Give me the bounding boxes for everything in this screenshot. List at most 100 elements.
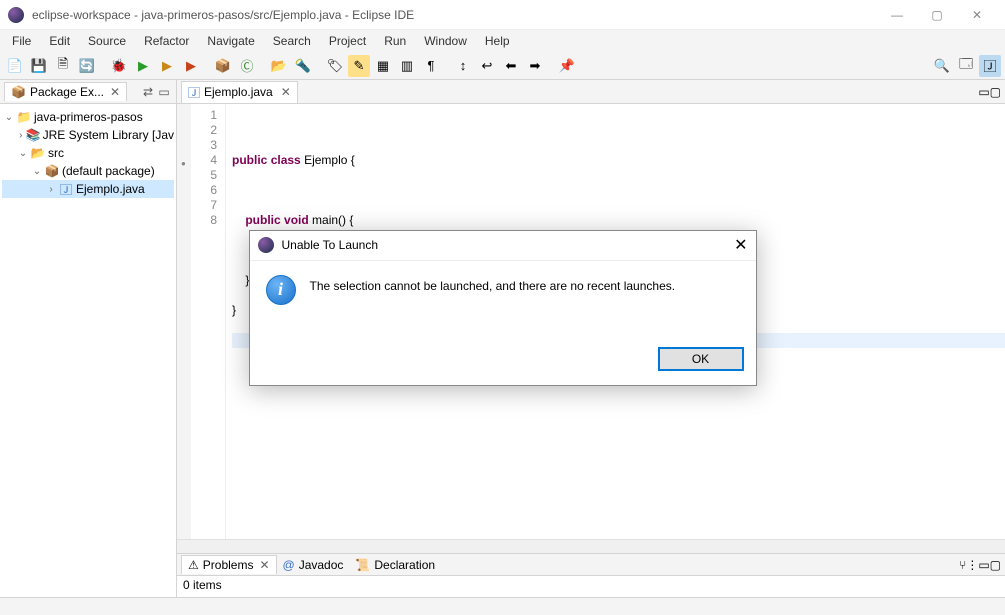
menu-help[interactable]: Help xyxy=(477,32,518,50)
minimize-view-icon[interactable]: ▭ xyxy=(156,84,172,100)
tree-default-package[interactable]: ⌄ 📦 (default package) xyxy=(2,162,174,180)
eclipse-logo-icon xyxy=(258,237,274,253)
horizontal-scrollbar[interactable] xyxy=(177,539,1005,553)
status-bar xyxy=(0,597,1005,615)
tree-file-ejemplo[interactable]: › 🄹 Ejemplo.java xyxy=(2,180,174,198)
chevron-right-icon[interactable]: › xyxy=(16,130,26,141)
editor-tabs: 🄹 Ejemplo.java ✕ ▭ ▢ xyxy=(177,80,1005,104)
menu-run[interactable]: Run xyxy=(376,32,414,50)
maximize-editor-icon[interactable]: ▢ xyxy=(990,85,1001,99)
chevron-down-icon[interactable]: ⌄ xyxy=(16,148,30,159)
pin-button[interactable]: 📌 xyxy=(556,55,578,77)
open-perspective-button[interactable]: 🗔 xyxy=(955,55,977,77)
menu-source[interactable]: Source xyxy=(80,32,134,50)
javadoc-icon: @ xyxy=(283,558,295,572)
debug-button[interactable]: 🐞 xyxy=(108,55,130,77)
ok-button[interactable]: OK xyxy=(658,347,744,371)
project-icon: 📁 xyxy=(16,110,32,124)
package-explorer-header: 📦 Package Ex... ✕ ⇄ ▭ xyxy=(0,80,176,104)
menu-navigate[interactable]: Navigate xyxy=(199,32,262,50)
window-close-button[interactable]: ✕ xyxy=(957,0,997,30)
tab-javadoc[interactable]: @ Javadoc xyxy=(277,556,350,574)
maximize-bottom-icon[interactable]: ▢ xyxy=(990,558,1001,572)
declaration-icon: 📜 xyxy=(355,558,370,572)
editor-tab-ejemplo[interactable]: 🄹 Ejemplo.java ✕ xyxy=(181,81,298,103)
save-button[interactable]: 💾 xyxy=(28,55,50,77)
filter-icon[interactable]: ⑂ xyxy=(959,558,966,572)
library-icon: 📚 xyxy=(26,128,41,142)
tree-jre[interactable]: › 📚 JRE System Library [Jav xyxy=(2,126,174,144)
search-icon[interactable]: 🔍 xyxy=(931,55,953,77)
close-icon[interactable]: ✕ xyxy=(110,85,120,99)
save-all-button[interactable]: 🗎 xyxy=(52,55,74,77)
package-icon: 📦 xyxy=(11,85,26,99)
dialog-titlebar: Unable To Launch ✕ xyxy=(250,231,756,261)
toolbar: 📄 💾 🗎 🔄 🐞 ▶ ▶ ▶ 📦 Ⓒ 📂 🔦 🏷 ✎ ▦ ▥ ¶ ↕ ↩ ⬅ … xyxy=(0,52,1005,80)
view-menu-icon[interactable]: ⋮ xyxy=(966,558,978,572)
java-file-icon: 🄹 xyxy=(188,84,200,101)
new-class-button[interactable]: Ⓒ xyxy=(236,55,258,77)
menubar: File Edit Source Refactor Navigate Searc… xyxy=(0,30,1005,52)
link-editor-icon[interactable]: ⇄ xyxy=(140,84,156,100)
menu-project[interactable]: Project xyxy=(321,32,374,50)
tree-project[interactable]: ⌄ 📁 java-primeros-pasos xyxy=(2,108,174,126)
toggle-ws-button[interactable]: ▥ xyxy=(396,55,418,77)
package-icon: 📦 xyxy=(44,164,60,178)
new-package-button[interactable]: 📦 xyxy=(212,55,234,77)
bottom-panel: ⚠ Problems ✕ @ Javadoc 📜 Declaration ⑂ ⋮… xyxy=(177,553,1005,597)
java-perspective-button[interactable]: 🄹 xyxy=(979,55,1001,77)
window-maximize-button[interactable]: ▢ xyxy=(917,0,957,30)
new-button[interactable]: 📄 xyxy=(4,55,26,77)
package-explorer-title: Package Ex... xyxy=(30,85,104,99)
window-title: eclipse-workspace - java-primeros-pasos/… xyxy=(32,8,877,22)
minimize-editor-icon[interactable]: ▭ xyxy=(978,85,989,99)
project-tree[interactable]: ⌄ 📁 java-primeros-pasos › 📚 JRE System L… xyxy=(0,104,176,597)
unable-to-launch-dialog: Unable To Launch ✕ i The selection canno… xyxy=(249,230,757,386)
chevron-down-icon[interactable]: ⌄ xyxy=(2,112,16,123)
menu-refactor[interactable]: Refactor xyxy=(136,32,197,50)
minimize-bottom-icon[interactable]: ▭ xyxy=(978,558,989,572)
window-titlebar: eclipse-workspace - java-primeros-pasos/… xyxy=(0,0,1005,30)
menu-window[interactable]: Window xyxy=(416,32,475,50)
close-icon[interactable]: ✕ xyxy=(259,558,269,572)
dialog-title: Unable To Launch xyxy=(282,238,735,252)
toggle-block-button[interactable]: ▦ xyxy=(372,55,394,77)
editor-tab-label: Ejemplo.java xyxy=(204,85,273,99)
bottom-tabs: ⚠ Problems ✕ @ Javadoc 📜 Declaration ⑂ ⋮… xyxy=(177,554,1005,576)
problems-icon: ⚠ xyxy=(188,558,199,572)
problems-body: 0 items xyxy=(177,576,1005,597)
src-folder-icon: 📂 xyxy=(30,146,46,160)
tab-problems[interactable]: ⚠ Problems ✕ xyxy=(181,555,277,574)
toggle-highlight-button[interactable]: ✎ xyxy=(348,55,370,77)
ext-tools-button[interactable]: ▶ xyxy=(180,55,202,77)
coverage-button[interactable]: ▶ xyxy=(156,55,178,77)
menu-search[interactable]: Search xyxy=(265,32,319,50)
chevron-down-icon[interactable]: ⌄ xyxy=(30,166,44,177)
switch-button[interactable]: 🔄 xyxy=(76,55,98,77)
annotation-prev-button[interactable]: ↕ xyxy=(452,55,474,77)
open-type-button[interactable]: 📂 xyxy=(268,55,290,77)
run-button[interactable]: ▶ xyxy=(132,55,154,77)
toggle-mark-button[interactable]: 🏷 xyxy=(324,55,346,77)
dialog-message: The selection cannot be launched, and th… xyxy=(310,275,676,305)
java-file-icon: 🄹 xyxy=(58,181,74,198)
tree-src[interactable]: ⌄ 📂 src xyxy=(2,144,174,162)
tab-declaration[interactable]: 📜 Declaration xyxy=(349,556,441,574)
close-icon[interactable]: ✕ xyxy=(281,85,291,99)
dialog-body: i The selection cannot be launched, and … xyxy=(250,261,756,341)
show-whitespace-button[interactable]: ¶ xyxy=(420,55,442,77)
menu-file[interactable]: File xyxy=(4,32,39,50)
window-minimize-button[interactable]: — xyxy=(877,0,917,30)
search-button[interactable]: 🔦 xyxy=(292,55,314,77)
line-gutter: 1 2 3 4 5 6 7 8 xyxy=(191,104,226,539)
menu-edit[interactable]: Edit xyxy=(41,32,78,50)
last-edit-button[interactable]: ↩ xyxy=(476,55,498,77)
problems-count: 0 items xyxy=(183,578,222,592)
dialog-buttons: OK xyxy=(250,341,756,385)
back-button[interactable]: ⬅ xyxy=(500,55,522,77)
forward-button[interactable]: ➡ xyxy=(524,55,546,77)
package-explorer: 📦 Package Ex... ✕ ⇄ ▭ ⌄ 📁 java-primeros-… xyxy=(0,80,177,597)
dialog-close-button[interactable]: ✕ xyxy=(734,235,747,255)
package-explorer-tab[interactable]: 📦 Package Ex... ✕ xyxy=(4,82,127,101)
chevron-right-icon[interactable]: › xyxy=(44,184,58,195)
